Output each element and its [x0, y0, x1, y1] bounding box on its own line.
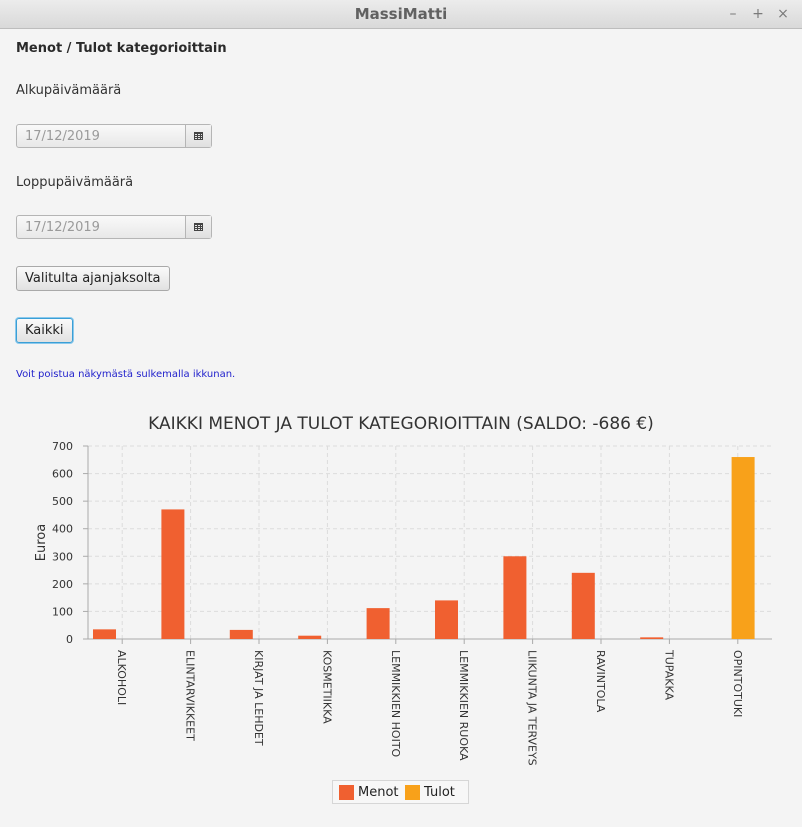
x-tick-label: TUPAKKA: [662, 649, 675, 700]
x-tick-label: KIRJAT JA LEHDET: [252, 650, 265, 746]
legend-label-menot: Menot: [358, 785, 399, 800]
x-tick-label: LEMMIKKIEN HOITO: [389, 650, 402, 758]
x-tick-label: OPINTOTUKI: [731, 650, 744, 717]
bar-menot: [571, 572, 595, 639]
y-tick-label: 700: [52, 440, 73, 453]
bar-chart: 0 100 200 300 400 500 600 700 ALKOHOLI ELINTARVIK…: [34, 440, 772, 766]
x-tick-label: ELINTARVIKKEET: [184, 650, 197, 741]
y-tick-label: 200: [52, 578, 73, 591]
x-tick-label: LIIKUNTA JA TERVEYS: [526, 650, 539, 766]
bar-menot: [161, 509, 185, 639]
bar-tulot: [731, 457, 755, 639]
bar-menot: [366, 608, 390, 639]
legend-label-tulot: Tulot: [424, 785, 455, 800]
y-axis-label: Euroa: [34, 524, 49, 561]
x-tick-label: KOSMETIIKKA: [320, 650, 333, 724]
chart-legend: Menot Tulot: [332, 780, 469, 804]
y-tick-label: 300: [52, 550, 73, 563]
y-tick-label: 100: [52, 605, 73, 618]
y-tick-label: 400: [52, 523, 73, 536]
y-tick-label: 500: [52, 495, 73, 508]
y-tick-label: 600: [52, 468, 73, 481]
y-tick-label: 0: [66, 633, 73, 646]
bar-menot: [503, 556, 527, 639]
x-tick-label: RAVINTOLA: [594, 650, 607, 713]
x-tick-label: ALKOHOLI: [115, 650, 128, 705]
legend-swatch-menot: [339, 785, 354, 800]
x-tick-label: LEMMIKKIEN RUOKA: [457, 650, 470, 761]
bar-menot: [435, 600, 458, 639]
bar-menot: [93, 629, 116, 639]
bar-menot: [229, 629, 253, 639]
bar-menot: [640, 637, 664, 639]
bar-menot: [298, 635, 322, 639]
legend-swatch-tulot: [405, 785, 420, 800]
